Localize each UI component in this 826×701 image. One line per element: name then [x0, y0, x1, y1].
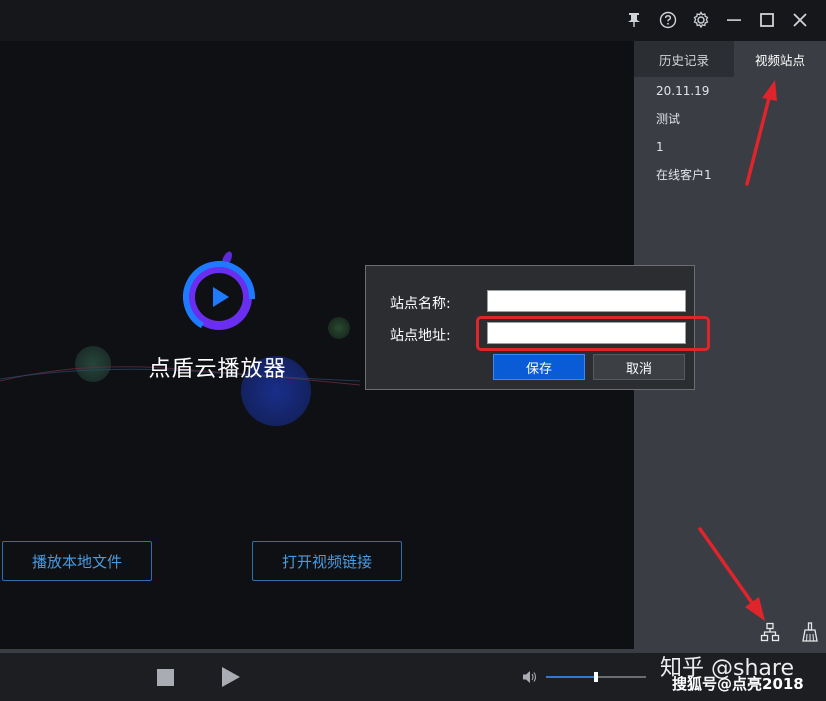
- play-icon[interactable]: [221, 666, 241, 688]
- site-url-label: 站点地址:: [390, 328, 451, 344]
- site-name-label: 站点名称:: [390, 296, 451, 312]
- volume-slider-knob[interactable]: [594, 672, 598, 682]
- app-logo: [183, 251, 255, 333]
- site-item[interactable]: 1: [656, 133, 712, 161]
- app-title: 点盾云播放器: [148, 357, 287, 382]
- pin-icon[interactable]: [622, 8, 646, 32]
- volume-slider[interactable]: [546, 672, 646, 682]
- settings-icon[interactable]: [689, 8, 713, 32]
- tab-video-sites[interactable]: 视频站点: [734, 41, 826, 77]
- help-icon[interactable]: [656, 8, 680, 32]
- sidebar-tabs: 历史记录 视频站点: [634, 41, 826, 77]
- site-item[interactable]: 20.11.19: [656, 77, 712, 105]
- site-name-input[interactable]: [487, 290, 686, 312]
- site-item[interactable]: 在线客户1: [656, 161, 712, 189]
- annotation-highlight-box: [476, 316, 710, 351]
- open-video-link-button[interactable]: 打开视频链接: [252, 541, 402, 581]
- annotation-arrow-bottom: [698, 527, 765, 621]
- minimize-icon[interactable]: [722, 8, 746, 32]
- annotation-arrow-top: [745, 80, 777, 186]
- close-icon[interactable]: [788, 8, 812, 32]
- title-bar: [0, 0, 826, 41]
- decor-glow-small: [328, 317, 350, 339]
- save-button[interactable]: 保存: [493, 354, 585, 380]
- maximize-icon[interactable]: [755, 8, 779, 32]
- stop-icon[interactable]: [157, 669, 174, 686]
- clear-broom-icon[interactable]: [799, 621, 821, 643]
- network-icon[interactable]: [759, 621, 781, 643]
- site-list: 20.11.19 测试 1 在线客户1: [656, 77, 712, 189]
- play-local-file-button[interactable]: 播放本地文件: [2, 541, 152, 581]
- volume-slider-fill: [546, 676, 596, 678]
- tab-history[interactable]: 历史记录: [634, 41, 734, 77]
- site-item[interactable]: 测试: [656, 105, 712, 133]
- watermark-sohu: 搜狐号@点亮2018: [672, 675, 804, 693]
- volume-icon[interactable]: [522, 670, 538, 684]
- cancel-button[interactable]: 取消: [593, 354, 685, 380]
